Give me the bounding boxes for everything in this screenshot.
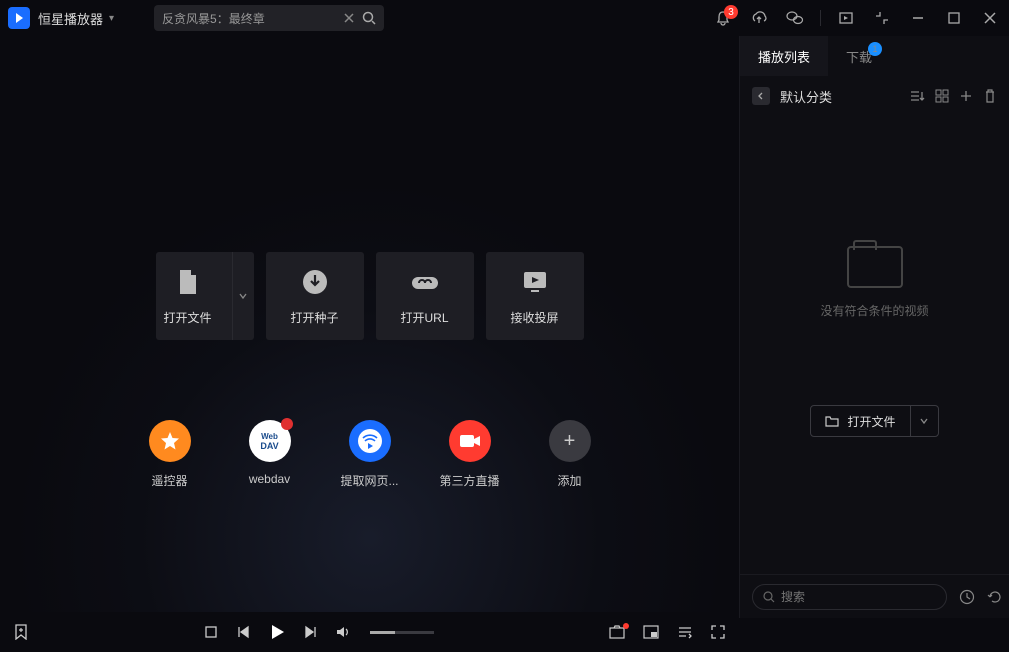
main: 打开文件 打开种子 打开URL 接收投屏 遥控器 [0,36,1009,618]
history-icon[interactable] [959,589,975,605]
wechat-icon[interactable] [784,7,806,29]
open-url-card[interactable]: 打开URL [376,252,474,340]
sidebar-openfile: 打开文件 [810,405,938,437]
titlebar: 恒星播放器 ▾ 3 [0,0,1009,36]
file-icon [173,267,203,297]
shortcut-label: 第三方直播 [439,472,499,489]
maximize-button[interactable] [943,7,965,29]
open-file-dropdown[interactable] [232,252,254,340]
titlebar-right: 3 [712,7,1001,29]
background-glow [10,178,730,618]
search-box[interactable] [154,5,384,31]
play-button[interactable] [268,623,286,641]
minimize-button[interactable] [907,7,929,29]
folder-icon [847,246,903,288]
empty-text: 没有符合条件的视频 [820,302,928,319]
tab-download[interactable]: 下载 1 [828,36,890,76]
shortcut-label: 遥控器 [151,472,187,489]
control-bar [0,612,739,652]
action-label: 打开种子 [290,309,338,326]
tab-playlist[interactable]: 播放列表 [740,36,828,76]
sidebar-search[interactable] [752,584,947,610]
notification-badge: 3 [724,5,738,19]
search-icon [763,591,775,603]
fullscreen-icon[interactable] [711,625,725,639]
app-logo [8,7,30,29]
prev-button[interactable] [236,625,250,639]
action-label: 打开URL [400,309,448,326]
search-icon[interactable] [362,11,376,25]
action-label: 打开文件 [163,309,211,326]
mini-player-icon[interactable] [835,7,857,29]
action-label: 接收投屏 [510,309,558,326]
right-controls [609,625,725,639]
stop-button[interactable] [204,625,218,639]
wifi-play-icon [349,420,391,462]
sidebar-search-input[interactable] [781,590,936,604]
subtitle-icon[interactable] [677,625,693,639]
link-icon [410,267,440,297]
clear-icon[interactable] [344,13,354,23]
app-title-button[interactable]: 恒星播放器 ▾ [38,9,114,28]
download-icon [300,267,330,297]
cast-icon [520,267,550,297]
sidebar-tabs: 播放列表 下载 1 [740,36,1009,76]
app-title-text: 恒星播放器 [38,9,103,28]
playback-controls [204,623,434,641]
openfile-dropdown[interactable] [910,406,938,436]
category-label[interactable]: 默认分类 [780,87,832,106]
close-button[interactable] [979,7,1001,29]
webdav-shortcut[interactable]: WebDAV webdav [236,420,304,489]
chevron-down-icon: ▾ [109,13,114,24]
open-file-card[interactable]: 打开文件 [156,252,254,340]
empty-state: 没有符合条件的视频 打开文件 [740,116,1009,437]
extract-web-shortcut[interactable]: 提取网页... [336,420,404,489]
sidebar: 播放列表 下载 1 默认分类 没有符合条件的视频 打开文件 [739,36,1009,618]
search-input[interactable] [162,11,336,25]
shortcut-label: 提取网页... [340,472,398,489]
live-shortcut[interactable]: 第三方直播 [436,420,504,489]
folder-open-icon [825,415,839,427]
next-button[interactable] [304,625,318,639]
shortcuts-row: 遥控器 WebDAV webdav 提取网页... 第三方直播 + 添加 [136,420,604,489]
refresh-icon[interactable] [987,589,1003,605]
bookmark-icon[interactable] [14,624,28,640]
download-badge: 1 [868,42,882,56]
notifications-button[interactable]: 3 [712,7,734,29]
volume-slider[interactable] [370,631,434,634]
divider [820,10,821,26]
play-icon [13,12,25,24]
shortcut-label: webdav [249,472,290,486]
delete-icon[interactable] [983,89,997,103]
webdav-icon: WebDAV [249,420,291,462]
back-button[interactable] [752,87,770,105]
remote-shortcut[interactable]: 遥控器 [136,420,204,489]
sort-icon[interactable] [909,89,925,103]
add-shortcut[interactable]: + 添加 [536,420,604,489]
sidebar-bottom [740,574,1009,618]
camera-icon [449,420,491,462]
star-icon [149,420,191,462]
receive-cast-card[interactable]: 接收投屏 [486,252,584,340]
volume-button[interactable] [336,625,352,639]
add-icon[interactable] [959,89,973,103]
screenshot-icon[interactable] [609,625,625,639]
compact-icon[interactable] [871,7,893,29]
open-torrent-card[interactable]: 打开种子 [266,252,364,340]
pip-icon[interactable] [643,625,659,639]
player-area: 打开文件 打开种子 打开URL 接收投屏 遥控器 [0,36,739,618]
list-view-icon[interactable] [935,89,949,103]
sidebar-toolbar: 默认分类 [740,76,1009,116]
cloud-upload-icon[interactable] [748,7,770,29]
openfile-button[interactable]: 打开文件 [811,406,909,436]
shortcut-label: 添加 [557,472,581,489]
actions-row: 打开文件 打开种子 打开URL 接收投屏 [156,252,584,340]
plus-icon: + [549,420,591,462]
